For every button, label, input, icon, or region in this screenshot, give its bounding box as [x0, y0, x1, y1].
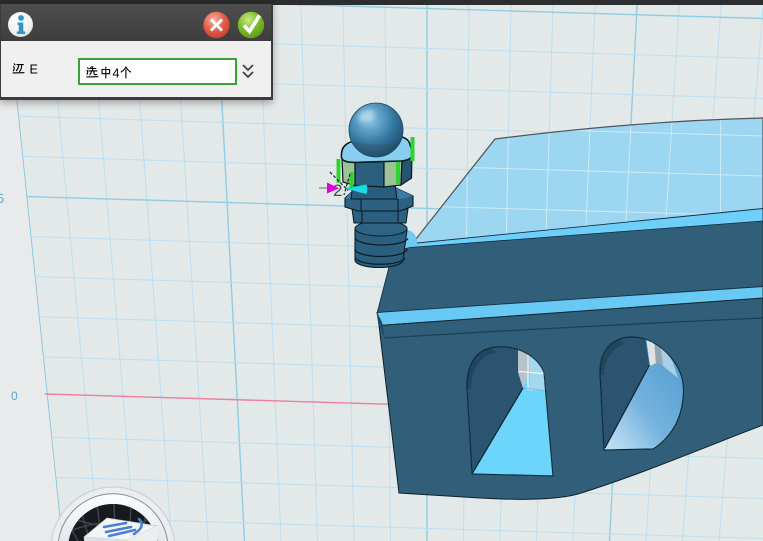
- svg-text:5: 5: [0, 191, 4, 206]
- svg-text:4: 4: [113, 66, 120, 80]
- svg-text:E: E: [30, 63, 38, 77]
- svg-text:0: 0: [11, 389, 18, 403]
- svg-text:2: 2: [333, 181, 342, 200]
